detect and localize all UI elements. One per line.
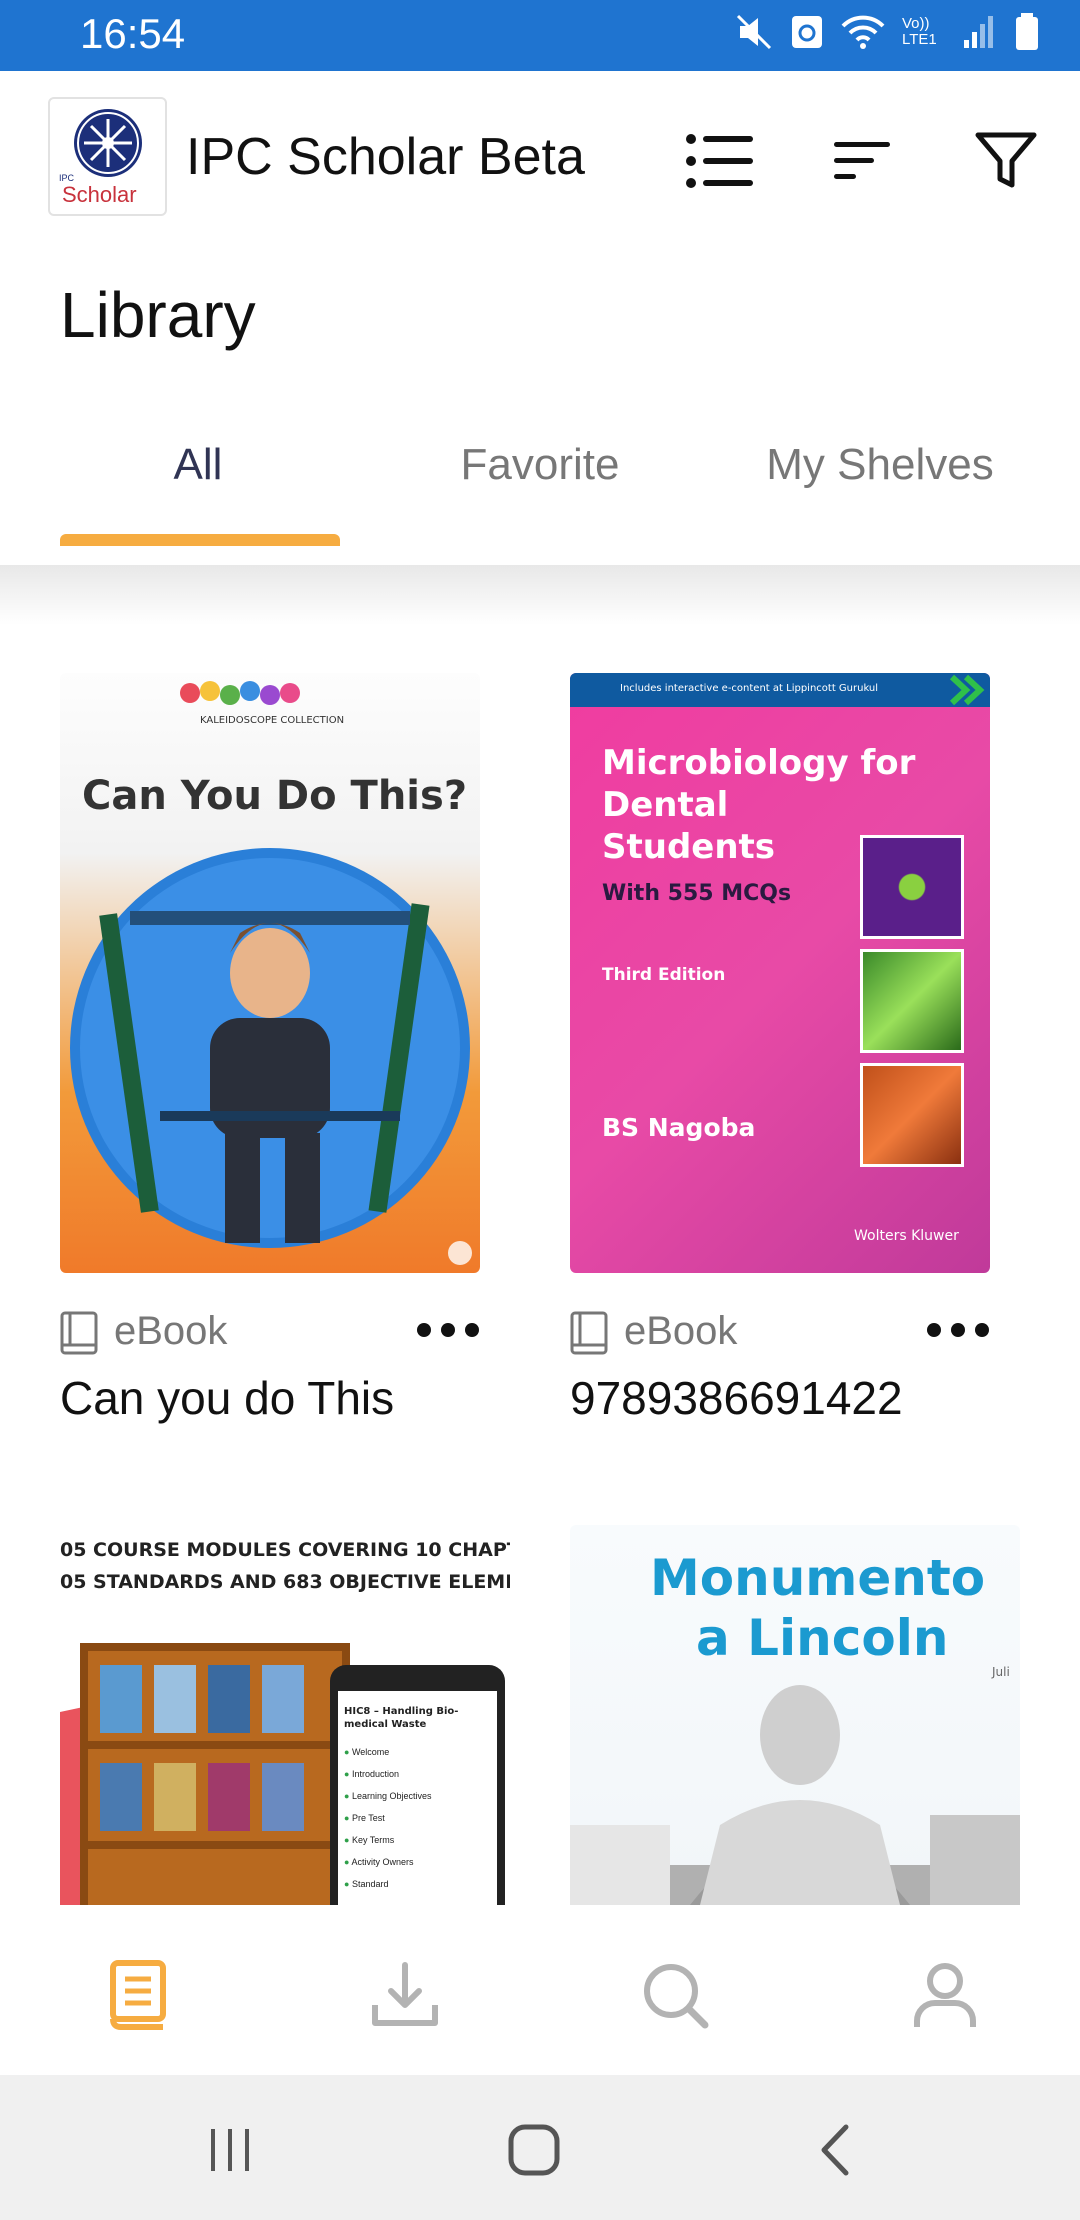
app-title: IPC Scholar Beta: [186, 128, 585, 186]
cover-headline-1: Microbiology for: [602, 743, 916, 783]
sort-button[interactable]: [822, 121, 902, 201]
active-tab-indicator: [60, 534, 340, 546]
book-title[interactable]: Can you do This: [60, 1371, 394, 1425]
cover-series: KALEIDOSCOPE COLLECTION: [200, 715, 345, 726]
app-logo: IPC Scholar: [48, 97, 167, 216]
nav-library-button[interactable]: [85, 1945, 185, 2045]
filter-button[interactable]: [966, 121, 1046, 201]
home-icon: [508, 2124, 560, 2176]
phone-list-item: ● Learning Objectives: [344, 1791, 432, 1801]
phone-heading: HIC8 – Handling Bio-medical Waste: [344, 1706, 459, 1730]
cover-headline: Can You Do This?: [82, 773, 468, 819]
phone-list-item: ● Welcome: [344, 1747, 390, 1757]
nav-search-button[interactable]: [625, 1945, 725, 2045]
recent-apps-icon: [211, 2129, 249, 2171]
status-time: 16:54: [80, 10, 186, 57]
cover-bookshelf: [80, 1643, 350, 1905]
tab-all[interactable]: All: [28, 440, 368, 490]
home-button[interactable]: [494, 2115, 574, 2185]
tab-favorite[interactable]: Favorite: [370, 440, 710, 490]
back-icon: [821, 2124, 849, 2176]
tab-divider-shadow: [0, 565, 1080, 625]
back-button[interactable]: [796, 2115, 876, 2185]
network-type-label: Vo)) LTE1: [902, 15, 937, 48]
recent-apps-button[interactable]: [190, 2115, 270, 2185]
cover-banner-text: Includes interactive e-content at Lippin…: [620, 683, 879, 694]
cover-publisher: Wolters Kluwer: [854, 1228, 959, 1244]
tab-label: Favorite: [460, 440, 620, 489]
book-cover[interactable]: Includes interactive e-content at Lippin…: [570, 673, 990, 1273]
more-icon: [927, 1323, 989, 1337]
phone-list-item: ● Key Terms: [344, 1835, 395, 1845]
sort-icon: [834, 142, 890, 179]
logo-text: Scholar: [62, 182, 137, 207]
search-icon: [644, 1964, 709, 2029]
battery-icon: [1016, 13, 1038, 50]
sync-icon: [792, 16, 822, 48]
nav-profile-button[interactable]: [895, 1945, 995, 2045]
cover-line-2: 05 STANDARDS AND 683 OBJECTIVE ELEMEN: [60, 1571, 510, 1593]
app-bar: IPC Scholar IPC Scholar Beta: [0, 71, 1080, 241]
book-meta: eBook: [60, 1303, 480, 1363]
tab-label: My Shelves: [766, 440, 994, 489]
book-cover[interactable]: 05 COURSE MODULES COVERING 10 CHAPTE 05 …: [60, 1525, 510, 1905]
lincoln-statue-image: [570, 1685, 1020, 1905]
phone-list-item: ● Activity Owners: [344, 1857, 414, 1867]
more-options-button[interactable]: [926, 1305, 990, 1349]
mute-icon: [736, 14, 772, 50]
cover-banner: Includes interactive e-content at Lippin…: [570, 673, 990, 707]
book-type: eBook: [114, 1309, 228, 1353]
library-tabs: All Favorite My Shelves: [0, 420, 1080, 550]
download-icon: [372, 1962, 438, 2026]
list-view-button[interactable]: [680, 121, 760, 201]
tab-label: All: [173, 440, 223, 489]
filter-icon: [975, 132, 1037, 188]
wifi-icon: [841, 15, 885, 49]
more-options-button[interactable]: [416, 1305, 480, 1349]
book-cover[interactable]: Monumento a Lincoln Juli: [570, 1525, 1020, 1905]
cover-author: BS Nagoba: [602, 1113, 756, 1142]
cover-phone: HIC8 – Handling Bio-medical Waste ● Welc…: [330, 1665, 505, 1905]
more-icon: [417, 1323, 479, 1337]
bottom-navigation: [0, 1905, 1080, 2075]
phone-list-item: ● Introduction: [344, 1769, 399, 1779]
profile-icon: [914, 1963, 976, 2027]
status-icons: Vo)) LTE1: [734, 12, 1040, 52]
phone-list: ● Welcome ● Introduction ● Learning Obje…: [344, 1741, 431, 1895]
cover-image-1: [860, 835, 964, 939]
library-icon: [110, 1960, 166, 2030]
list-view-icon: [686, 134, 753, 188]
book-type: eBook: [624, 1309, 738, 1353]
cover-headline-3: Students: [602, 827, 776, 867]
cover-subtitle: With 555 MCQs: [602, 881, 792, 906]
cover-image-2: [860, 949, 964, 1053]
signal-icon: [964, 16, 993, 48]
cover-image-3: [860, 1063, 964, 1167]
ebook-icon: [570, 1311, 608, 1355]
cover-line-1: 05 COURSE MODULES COVERING 10 CHAPTE: [60, 1539, 510, 1561]
cover-headline-2: Dental: [602, 785, 729, 825]
page-title: Library: [60, 279, 256, 351]
book-meta: eBook: [570, 1303, 990, 1363]
cover-art: [70, 681, 472, 1265]
ebook-icon: [60, 1311, 98, 1355]
book-grid: KALEIDOSCOPE COLLECTION Can You Do This?…: [0, 625, 1080, 1905]
cover-edition: Third Edition: [602, 965, 726, 985]
system-navigation-bar: [0, 2075, 1080, 2220]
phone-list-item: ● Pre Test: [344, 1813, 385, 1823]
book-cover[interactable]: KALEIDOSCOPE COLLECTION Can You Do This?: [60, 673, 480, 1273]
banner-arrows-icon: [949, 674, 985, 706]
book-title[interactable]: 9789386691422: [570, 1371, 903, 1425]
phone-list-item: ● Standard: [344, 1879, 389, 1889]
tab-my-shelves[interactable]: My Shelves: [710, 440, 1050, 490]
status-bar: 16:54 Vo)) LTE1: [0, 0, 1080, 71]
nav-downloads-button[interactable]: [355, 1945, 455, 2045]
